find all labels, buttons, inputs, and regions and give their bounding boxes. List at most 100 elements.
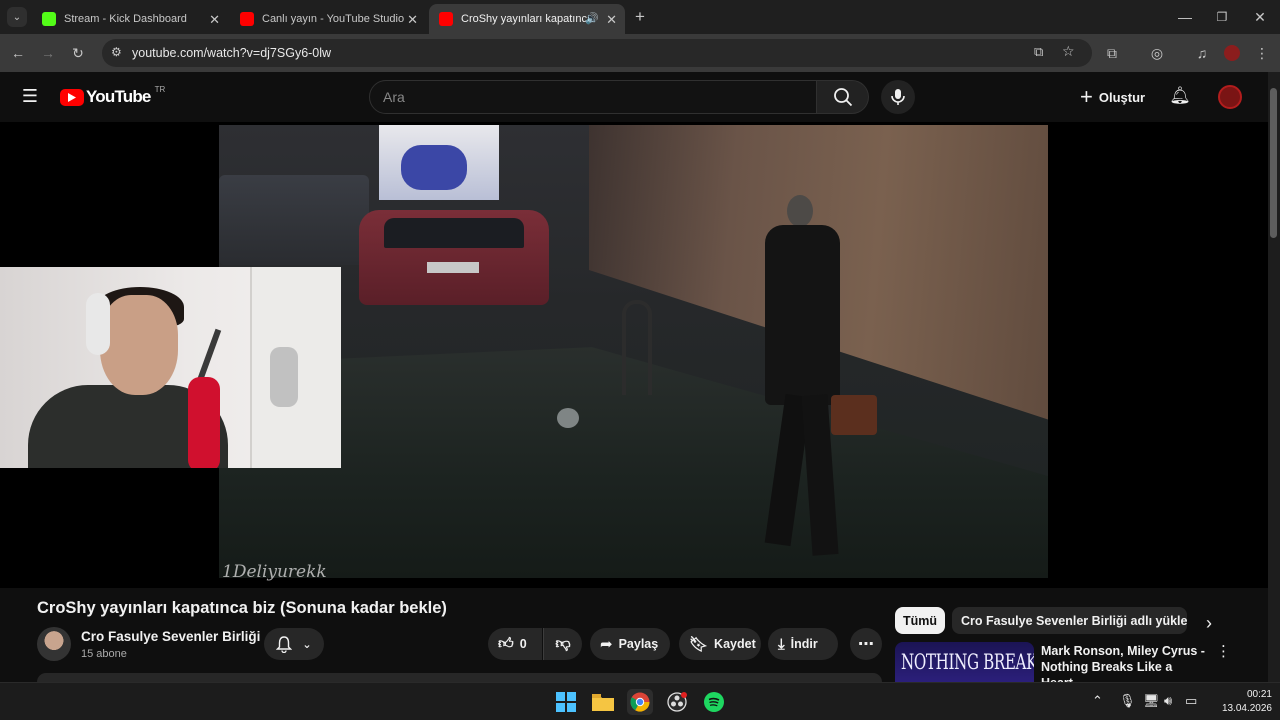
account-avatar[interactable] [1218, 85, 1242, 109]
save-button[interactable]: 🔖︎ Kaydet [679, 628, 761, 660]
chevron-down-icon: ⌄ [302, 638, 312, 651]
forward-icon[interactable]: → [38, 43, 58, 63]
description-box-edge[interactable] [37, 673, 882, 682]
profile-avatar-icon[interactable] [1222, 43, 1242, 63]
thumbs-up-icon: 👍︎ [498, 635, 514, 652]
download-icon: ⤓ [778, 635, 785, 653]
site-info-icon[interactable]: ⚙ [111, 45, 122, 59]
download-label: İndir [790, 637, 818, 651]
kick-favicon-icon [42, 12, 56, 26]
network-icon[interactable]: 🖥︎ [1143, 693, 1160, 709]
like-count: 0 [519, 637, 527, 651]
video-frame [219, 125, 1048, 578]
tab-kick-dashboard[interactable]: Stream - Kick Dashboard ✕ [32, 4, 228, 34]
file-explorer-icon[interactable] [590, 689, 616, 715]
obs-studio-icon[interactable] [664, 689, 690, 715]
tab-close-icon[interactable]: ✕ [407, 12, 418, 28]
media-control-icon[interactable]: ♫ [1192, 43, 1212, 63]
restore-icon[interactable]: ❐ [1212, 7, 1232, 27]
browser-menu-icon[interactable]: ⋮ [1252, 43, 1272, 63]
chip-from-uploader[interactable]: Cro Fasulye Sevenler Birliği adlı yükley… [952, 607, 1187, 634]
audio-playing-icon[interactable]: 🔊 [585, 12, 599, 25]
voice-search-button[interactable] [881, 80, 915, 114]
dislike-button[interactable]: 👎︎ [543, 628, 582, 660]
show-hidden-icons-icon[interactable]: ⌃ [1092, 693, 1103, 709]
search-box[interactable] [369, 80, 817, 114]
share-label: Paylaş [618, 637, 659, 651]
recommended-video-thumbnail[interactable]: NOTHING BREAKS [895, 642, 1034, 682]
clock-date: 13.04.2026 [1221, 703, 1272, 714]
browser-tab-bar: ⌄ Stream - Kick Dashboard ✕ Canlı yayın … [0, 0, 1280, 34]
youtube-logo[interactable]: YouTube TR [60, 85, 165, 107]
search-input[interactable] [383, 89, 783, 105]
youtube-wordmark: YouTube [86, 87, 151, 106]
tab-title: Stream - Kick Dashboard [64, 13, 187, 25]
tab-title: CroShy yayınları kapatınca b [461, 13, 589, 25]
screen-capture-icon[interactable]: ◎ [1147, 43, 1167, 63]
notifications-bell-icon[interactable]: 🔔︎ [1169, 86, 1191, 106]
tab-youtube-studio[interactable]: Canlı yayın - YouTube Studio ✕ [230, 4, 426, 34]
recommendation-menu-icon[interactable]: ⋮ [1216, 642, 1231, 660]
spotify-icon[interactable] [701, 689, 727, 715]
tab-close-icon[interactable]: ✕ [606, 12, 617, 28]
share-button[interactable]: ➦ Paylaş [590, 628, 670, 660]
microphone-tray-icon[interactable]: 🎙︎ [1119, 693, 1136, 709]
channel-name[interactable]: Cro Fasulye Sevenler Birliği [81, 629, 260, 644]
chevron-right-icon[interactable]: › [1198, 612, 1220, 634]
search-icon [833, 88, 852, 107]
url-text[interactable]: youtube.com/watch?v=dj7SGy6-0lw [132, 46, 331, 60]
video-title: CroShy yayınları kapatınca biz (Sonuna k… [37, 599, 447, 617]
video-scene-walking-man [764, 195, 875, 556]
channel-avatar[interactable] [37, 627, 71, 661]
reload-icon[interactable]: ↻ [68, 43, 88, 63]
bookmark-icon: 🔖︎ [689, 636, 709, 653]
back-icon[interactable]: ← [8, 43, 28, 63]
save-label: Kaydet [714, 637, 756, 651]
tab-close-icon[interactable]: ✕ [209, 12, 220, 28]
video-scene-bus [379, 125, 499, 200]
thumbnail-text: NOTHING BREAKS [901, 650, 1034, 674]
bookmark-star-icon[interactable]: ☆ [1062, 43, 1075, 60]
plus-icon: + [1080, 84, 1093, 109]
video-player[interactable]: 1Deliyurekk [0, 122, 1268, 588]
youtube-favicon-icon [439, 12, 453, 26]
tab-search-icon[interactable]: ⌄ [7, 7, 27, 27]
extensions-icon[interactable]: ⧉ [1102, 43, 1122, 63]
subscriber-count: 15 abone [81, 648, 127, 660]
chip-all[interactable]: Tümü [895, 607, 945, 634]
minimize-icon[interactable]: — [1175, 7, 1195, 27]
chrome-icon[interactable] [627, 689, 653, 715]
tab-current-video[interactable]: CroShy yayınları kapatınca b 🔊 ✕ [429, 4, 625, 34]
system-clock[interactable]: 00:21 13.04.2026 [1212, 688, 1272, 716]
youtube-header: ☰ YouTube TR + Oluştur 🔔︎ [0, 72, 1268, 122]
tab-title: Canlı yayın - YouTube Studio [262, 13, 405, 25]
close-window-icon[interactable]: ✕ [1250, 7, 1270, 27]
like-button[interactable]: 👍︎ 0 [488, 628, 542, 660]
windows-taskbar: ⌃ 🎙︎ 🖥︎ 🔊︎ ▭ 00:21 13.04.2026 [0, 682, 1280, 720]
install-app-icon[interactable]: ⧉ [1034, 44, 1043, 60]
share-icon: ➦ [600, 636, 613, 653]
subscribe-notification-button[interactable]: ⌄ [264, 628, 324, 660]
page-scrollbar-thumb[interactable] [1270, 88, 1277, 238]
video-watermark: 1Deliyurekk [222, 562, 327, 582]
hamburger-menu-icon[interactable]: ☰ [20, 86, 40, 106]
more-horizontal-icon: ⋯ [858, 636, 874, 653]
thumbs-down-icon: 👎︎ [555, 635, 571, 652]
windows-start-icon[interactable] [553, 689, 579, 715]
volume-icon[interactable]: 🔊︎ [1164, 693, 1172, 709]
bell-icon [276, 635, 293, 653]
more-actions-button[interactable]: ⋯ [850, 628, 882, 660]
youtube-studio-favicon-icon [240, 12, 254, 26]
address-bar[interactable]: ⚙ youtube.com/watch?v=dj7SGy6-0lw ⧉ ☆ [102, 39, 1092, 67]
video-scene-cat [557, 408, 579, 428]
search-button[interactable] [817, 80, 869, 114]
clock-time: 00:21 [1246, 689, 1272, 700]
video-scene-bike-rack [622, 300, 652, 395]
download-button[interactable]: ⤓ İndir [768, 628, 838, 660]
battery-icon[interactable]: ▭ [1185, 693, 1197, 709]
new-tab-icon[interactable]: + [630, 7, 650, 27]
create-label: Oluştur [1098, 89, 1146, 105]
microphone-icon [891, 89, 905, 105]
create-button[interactable]: + Oluştur [1080, 82, 1145, 112]
video-scene-briefcase [831, 395, 877, 435]
